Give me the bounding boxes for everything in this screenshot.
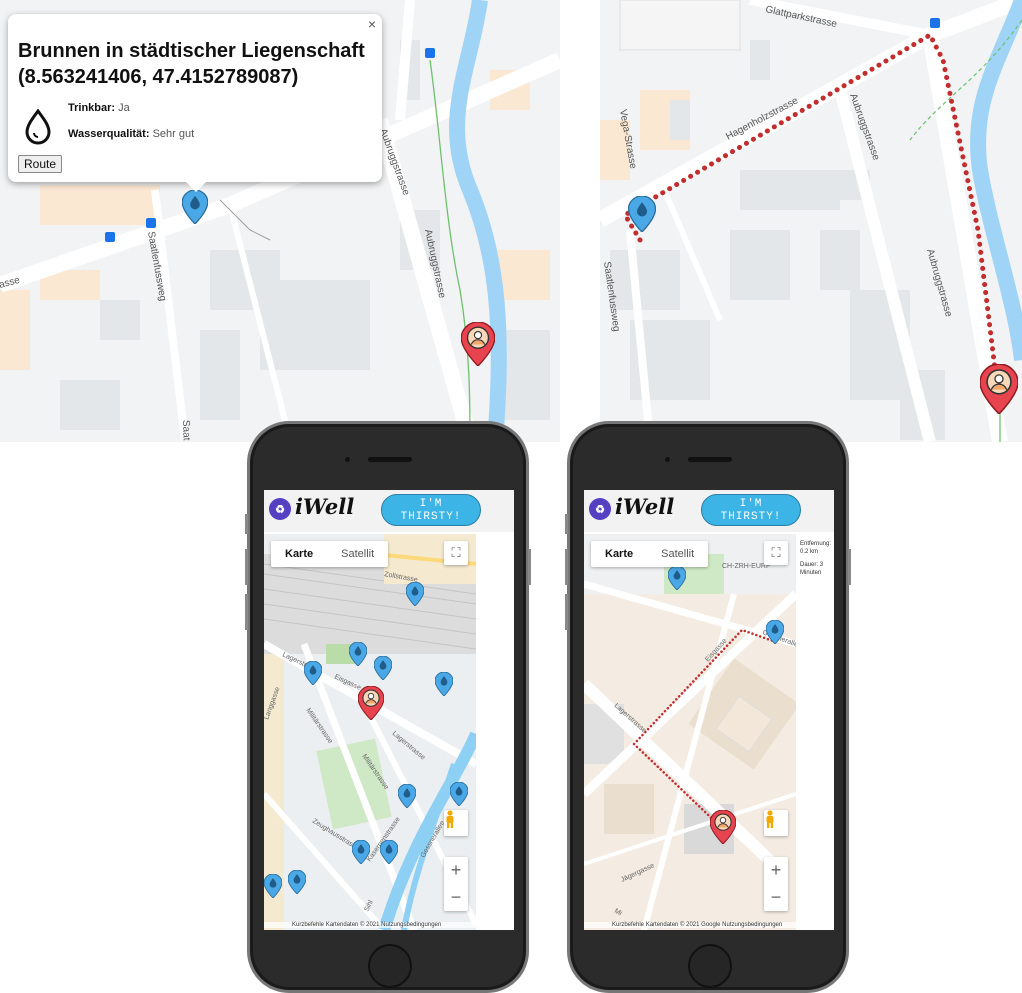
- water-fountain-pin[interactable]: [406, 582, 424, 606]
- phone-home-button: [688, 944, 732, 988]
- water-fountain-pin[interactable]: [450, 782, 468, 806]
- phone-side-button: [848, 549, 851, 585]
- water-fountain-pin[interactable]: [304, 661, 322, 685]
- phone-screen: ♻ iWell I'M THIRSTY!: [264, 490, 514, 930]
- fountain-info-popup: × Brunnen in städtischer Liegenschaft (8…: [8, 14, 382, 192]
- app-header: ♻ iWell I'M THIRSTY!: [584, 490, 834, 532]
- duration-info: Dauer: 3 Minuten: [800, 561, 834, 577]
- map-view[interactable]: CH-ZRH-EURF Lagerstrasse Eisgasse Gessne…: [584, 534, 796, 930]
- popup-title: Brunnen in städtischer Liegenschaft (8.5…: [18, 38, 372, 90]
- map-type-control: Karte Satellit: [591, 541, 709, 567]
- logo-icon: ♻: [589, 498, 611, 520]
- map-type-map-button[interactable]: Karte: [271, 541, 327, 567]
- map-panel-route[interactable]: Glattparkstrasse Hagenholzstrasse Aubrug…: [600, 0, 1022, 442]
- water-fountain-pin[interactable]: [435, 672, 453, 696]
- phone-side-button: [245, 549, 248, 585]
- popup-title-name: Brunnen in städtischer Liegenschaft: [18, 40, 365, 62]
- fullscreen-icon[interactable]: ⛶: [764, 541, 788, 565]
- app-header: ♻ iWell I'M THIRSTY!: [264, 490, 514, 532]
- route-info-panel: Entfernung: 0.2 km Dauer: 3 Minuten: [800, 540, 834, 582]
- im-thirsty-label-line2: THIRSTY!: [400, 511, 462, 523]
- drinkable-label: Trinkbar:: [68, 102, 116, 114]
- phone-side-button: [565, 594, 568, 630]
- water-fountain-pin[interactable]: [766, 620, 784, 644]
- im-thirsty-button[interactable]: I'M THIRSTY!: [381, 494, 481, 526]
- duration-label: Dauer:: [800, 562, 819, 568]
- street-label: Saat: [180, 420, 192, 441]
- quality-label: Wasserqualität:: [68, 128, 150, 140]
- phone-screen: ♻ iWell I'M THIRSTY!: [584, 490, 834, 930]
- popup-title-coordinates: (8.563241406, 47.4152789087): [18, 66, 299, 88]
- water-drop-icon: [18, 102, 58, 152]
- map-background: Glattparkstrasse Hagenholzstrasse Aubrug…: [600, 0, 1022, 442]
- phone-speaker: [688, 457, 732, 462]
- im-thirsty-button[interactable]: I'M THIRSTY!: [701, 494, 801, 526]
- pegman-icon[interactable]: [444, 810, 468, 836]
- water-fountain-pin[interactable]: [380, 840, 398, 864]
- map-panel-popup[interactable]: Aubruggstrasse Aubruggstrasse Saatlenfus…: [0, 0, 560, 442]
- phone-side-button: [245, 514, 248, 534]
- zoom-control: + −: [444, 857, 468, 911]
- im-thirsty-label-line1: I'M: [739, 498, 763, 510]
- map-type-map-button[interactable]: Karte: [591, 541, 647, 567]
- phone-side-button: [565, 514, 568, 534]
- user-location-pin[interactable]: [461, 322, 495, 366]
- water-fountain-pin[interactable]: [374, 656, 392, 680]
- close-icon[interactable]: ×: [368, 16, 376, 32]
- phone-home-button: [368, 944, 412, 988]
- drinkable-value: Ja: [118, 102, 130, 114]
- phone-mockup-route: ♻ iWell I'M THIRSTY! CH-ZRH-EURF Lagerst…: [565, 421, 851, 993]
- distance-label: Entfernung:: [800, 541, 832, 547]
- im-thirsty-label-line2: THIRSTY!: [720, 511, 782, 523]
- map-footer: Kurzbefehle Kartendaten © 2021 Nutzungsb…: [264, 922, 476, 928]
- map-type-satellite-button[interactable]: Satellit: [647, 541, 708, 567]
- drinkable-row: Trinkbar: Ja: [68, 102, 194, 115]
- app-logo: iWell: [295, 494, 355, 519]
- distance-info: Entfernung: 0.2 km: [800, 540, 834, 556]
- distance-value: 0.2 km: [800, 549, 819, 555]
- zoom-control: + −: [764, 857, 788, 911]
- phone-side-button: [528, 549, 531, 585]
- water-fountain-pin[interactable]: [628, 196, 656, 232]
- zoom-in-button[interactable]: +: [451, 857, 462, 884]
- map-type-control: Karte Satellit: [271, 541, 389, 567]
- fullscreen-icon[interactable]: ⛶: [444, 541, 468, 565]
- phone-side-button: [245, 594, 248, 630]
- im-thirsty-label-line1: I'M: [419, 498, 443, 510]
- user-location-pin[interactable]: [980, 364, 1018, 414]
- water-fountain-pin[interactable]: [264, 874, 282, 898]
- quality-value: Sehr gut: [152, 128, 195, 140]
- water-fountain-pin[interactable]: [398, 784, 416, 808]
- map-footer: Kurzbefehle Kartendaten © 2021 Google Nu…: [584, 922, 796, 928]
- water-fountain-pin[interactable]: [288, 870, 306, 894]
- zoom-out-button[interactable]: −: [451, 884, 462, 911]
- phone-mockup-overview: ♻ iWell I'M THIRSTY! Zollstrasse Lagerst…: [245, 421, 531, 993]
- zoom-in-button[interactable]: +: [771, 857, 782, 884]
- zoom-out-button[interactable]: −: [771, 884, 782, 911]
- user-location-pin[interactable]: [358, 686, 384, 720]
- map-view[interactable]: Zollstrasse Lagerstrasse Eisgasse Militä…: [264, 534, 476, 930]
- street-label: CH-ZRH-EURF: [722, 563, 770, 570]
- phone-camera: [345, 457, 350, 462]
- user-location-pin[interactable]: [710, 810, 736, 844]
- water-fountain-pin[interactable]: [182, 190, 208, 224]
- pegman-icon[interactable]: [764, 810, 788, 836]
- logo-icon: ♻: [269, 498, 291, 520]
- phone-camera: [665, 457, 670, 462]
- quality-row: Wasserqualität: Sehr gut: [68, 128, 194, 141]
- water-fountain-pin[interactable]: [349, 642, 367, 666]
- phone-speaker: [368, 457, 412, 462]
- route-button[interactable]: Route: [18, 155, 63, 173]
- map-type-satellite-button[interactable]: Satellit: [327, 541, 388, 567]
- water-fountain-pin[interactable]: [352, 840, 370, 864]
- app-logo: iWell: [615, 494, 675, 519]
- water-fountain-pin[interactable]: [668, 566, 686, 590]
- phone-side-button: [565, 549, 568, 585]
